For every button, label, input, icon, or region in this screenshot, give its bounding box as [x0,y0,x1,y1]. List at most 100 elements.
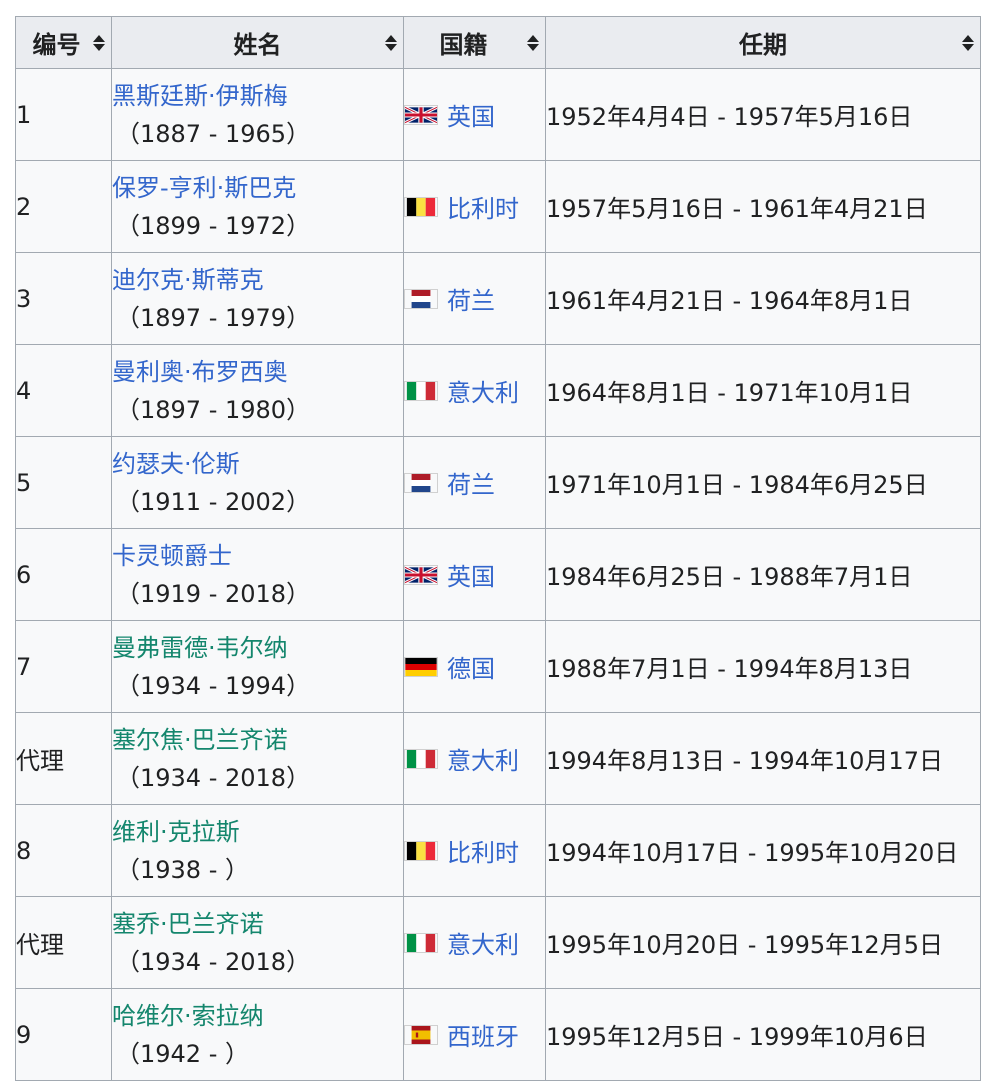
life-years: （1934 - 1994） [116,671,311,700]
country-link[interactable]: 西班牙 [447,1023,519,1051]
table-row: 7 曼弗雷德·韦尔纳 （1934 - 1994） 德国 1988年7月1日 - 1994… [15,620,981,713]
country-link[interactable]: 意大利 [447,931,519,959]
table-row: 代理 塞尔焦·巴兰齐诺 （1934 - 2018） 意大利 1994年8月13日 - 1… [15,712,981,805]
country-link[interactable]: 意大利 [447,747,519,775]
row-number: 代理 [15,712,112,805]
term-cell: 1995年12月5日 - 1999年10月6日 [545,988,981,1081]
name-cell: 哈维尔·索拉纳 （1942 - ） [111,988,404,1081]
nationality-cell: 比利时 [403,804,546,897]
person-link[interactable]: 塞乔·巴兰齐诺 [112,905,403,943]
term-cell: 1971年10月1日 - 1984年6月25日 [545,436,981,529]
name-cell: 曼弗雷德·韦尔纳 （1934 - 1994） [111,620,404,713]
term-cell: 1988年7月1日 - 1994年8月13日 [545,620,981,713]
person-link[interactable]: 黑斯廷斯·伊斯梅 [112,77,403,115]
flag-italy-icon [404,932,438,953]
life-years: （1919 - 2018） [116,579,311,608]
table-row: 3 迪尔克·斯蒂克 （1897 - 1979） 荷兰 1961年4月21日 - 1964… [15,252,981,345]
term-cell: 1994年10月17日 - 1995年10月20日 [545,804,981,897]
term-cell: 1952年4月4日 - 1957年5月16日 [545,68,981,161]
table-row: 9 哈维尔·索拉纳 （1942 - ） 西班牙 1995年12月5日 - 1999年10… [15,988,981,1081]
row-number: 3 [15,252,112,345]
sort-icon[interactable] [385,34,397,51]
life-years: （1934 - 2018） [116,763,311,792]
country-link[interactable]: 荷兰 [447,471,495,499]
sort-icon[interactable] [527,34,539,51]
table-row: 6 卡灵顿爵士 （1919 - 2018） 英国 1984年6月25日 - 1988年7… [15,528,981,621]
nationality-cell: 英国 [403,528,546,621]
flag-italy-icon [404,380,438,401]
column-header-nationality[interactable]: 国籍 [403,16,546,69]
nationality-cell: 意大利 [403,712,546,805]
life-years: （1911 - 2002） [116,487,311,516]
life-years: （1934 - 2018） [116,947,311,976]
row-number: 9 [15,988,112,1081]
country-link[interactable]: 比利时 [447,195,519,223]
person-link[interactable]: 曼利奥·布罗西奥 [112,353,403,391]
nationality-cell: 英国 [403,68,546,161]
life-years: （1938 - ） [116,855,249,884]
person-link[interactable]: 约瑟夫·伦斯 [112,445,403,483]
nationality-cell: 德国 [403,620,546,713]
person-link[interactable]: 保罗-亨利·斯巴克 [112,169,403,207]
header-row: 编号 姓名 国籍 任期 [15,16,981,69]
flag-uk-icon [404,104,438,125]
name-cell: 塞乔·巴兰齐诺 （1934 - 2018） [111,896,404,989]
country-link[interactable]: 英国 [447,103,495,131]
table-row: 4 曼利奥·布罗西奥 （1897 - 1980） 意大利 1964年8月1日 - 197… [15,344,981,437]
country-link[interactable]: 荷兰 [447,287,495,315]
country-link[interactable]: 德国 [447,655,495,683]
country-link[interactable]: 意大利 [447,379,519,407]
row-number: 6 [15,528,112,621]
column-header-label: 姓名 [233,31,282,59]
country-link[interactable]: 英国 [447,563,495,591]
flag-italy-icon [404,748,438,769]
name-cell: 塞尔焦·巴兰齐诺 （1934 - 2018） [111,712,404,805]
name-cell: 迪尔克·斯蒂克 （1897 - 1979） [111,252,404,345]
column-header-term[interactable]: 任期 [545,16,981,69]
flag-germany-icon [404,656,438,677]
column-header-number[interactable]: 编号 [15,16,112,69]
column-header-label: 国籍 [439,31,488,59]
table-row: 5 约瑟夫·伦斯 （1911 - 2002） 荷兰 1971年10月1日 - 1984年… [15,436,981,529]
name-cell: 维利·克拉斯 （1938 - ） [111,804,404,897]
sort-icon[interactable] [93,34,105,51]
life-years: （1897 - 1980） [116,395,311,424]
term-cell: 1957年5月16日 - 1961年4月21日 [545,160,981,253]
row-number: 1 [15,68,112,161]
life-years: （1899 - 1972） [116,211,311,240]
nationality-cell: 意大利 [403,344,546,437]
row-number: 7 [15,620,112,713]
term-cell: 1984年6月25日 - 1988年7月1日 [545,528,981,621]
person-link[interactable]: 迪尔克·斯蒂克 [112,261,403,299]
name-cell: 约瑟夫·伦斯 （1911 - 2002） [111,436,404,529]
person-link[interactable]: 塞尔焦·巴兰齐诺 [112,721,403,759]
flag-spain-icon [404,1024,438,1045]
term-cell: 1995年10月20日 - 1995年12月5日 [545,896,981,989]
person-link[interactable]: 曼弗雷德·韦尔纳 [112,629,403,667]
term-cell: 1961年4月21日 - 1964年8月1日 [545,252,981,345]
name-cell: 保罗-亨利·斯巴克 （1899 - 1972） [111,160,404,253]
table-row: 1 黑斯廷斯·伊斯梅 （1887 - 1965） 英国 1952年4月4日 - 1957… [15,68,981,161]
life-years: （1897 - 1979） [116,303,311,332]
person-link[interactable]: 维利·克拉斯 [112,813,403,851]
life-years: （1887 - 1965） [116,119,311,148]
nationality-cell: 西班牙 [403,988,546,1081]
row-number: 5 [15,436,112,529]
secretaries-general-table: 编号 姓名 国籍 任期 1 黑斯廷斯·伊斯梅 （1887 - 1965） 英国 1952… [15,16,981,1081]
nationality-cell: 意大利 [403,896,546,989]
name-cell: 卡灵顿爵士 （1919 - 2018） [111,528,404,621]
person-link[interactable]: 哈维尔·索拉纳 [112,997,403,1035]
country-link[interactable]: 比利时 [447,839,519,867]
nationality-cell: 荷兰 [403,436,546,529]
column-header-name[interactable]: 姓名 [111,16,404,69]
flag-netherlands-icon [404,288,438,309]
term-cell: 1964年8月1日 - 1971年10月1日 [545,344,981,437]
table-row: 8 维利·克拉斯 （1938 - ） 比利时 1994年10月17日 - 1995年10… [15,804,981,897]
sort-icon[interactable] [962,34,974,51]
flag-belgium-icon [404,840,438,861]
table-row: 2 保罗-亨利·斯巴克 （1899 - 1972） 比利时 1957年5月16日 - 1… [15,160,981,253]
row-number: 代理 [15,896,112,989]
person-link[interactable]: 卡灵顿爵士 [112,537,403,575]
nationality-cell: 荷兰 [403,252,546,345]
flag-uk-icon [404,564,438,585]
